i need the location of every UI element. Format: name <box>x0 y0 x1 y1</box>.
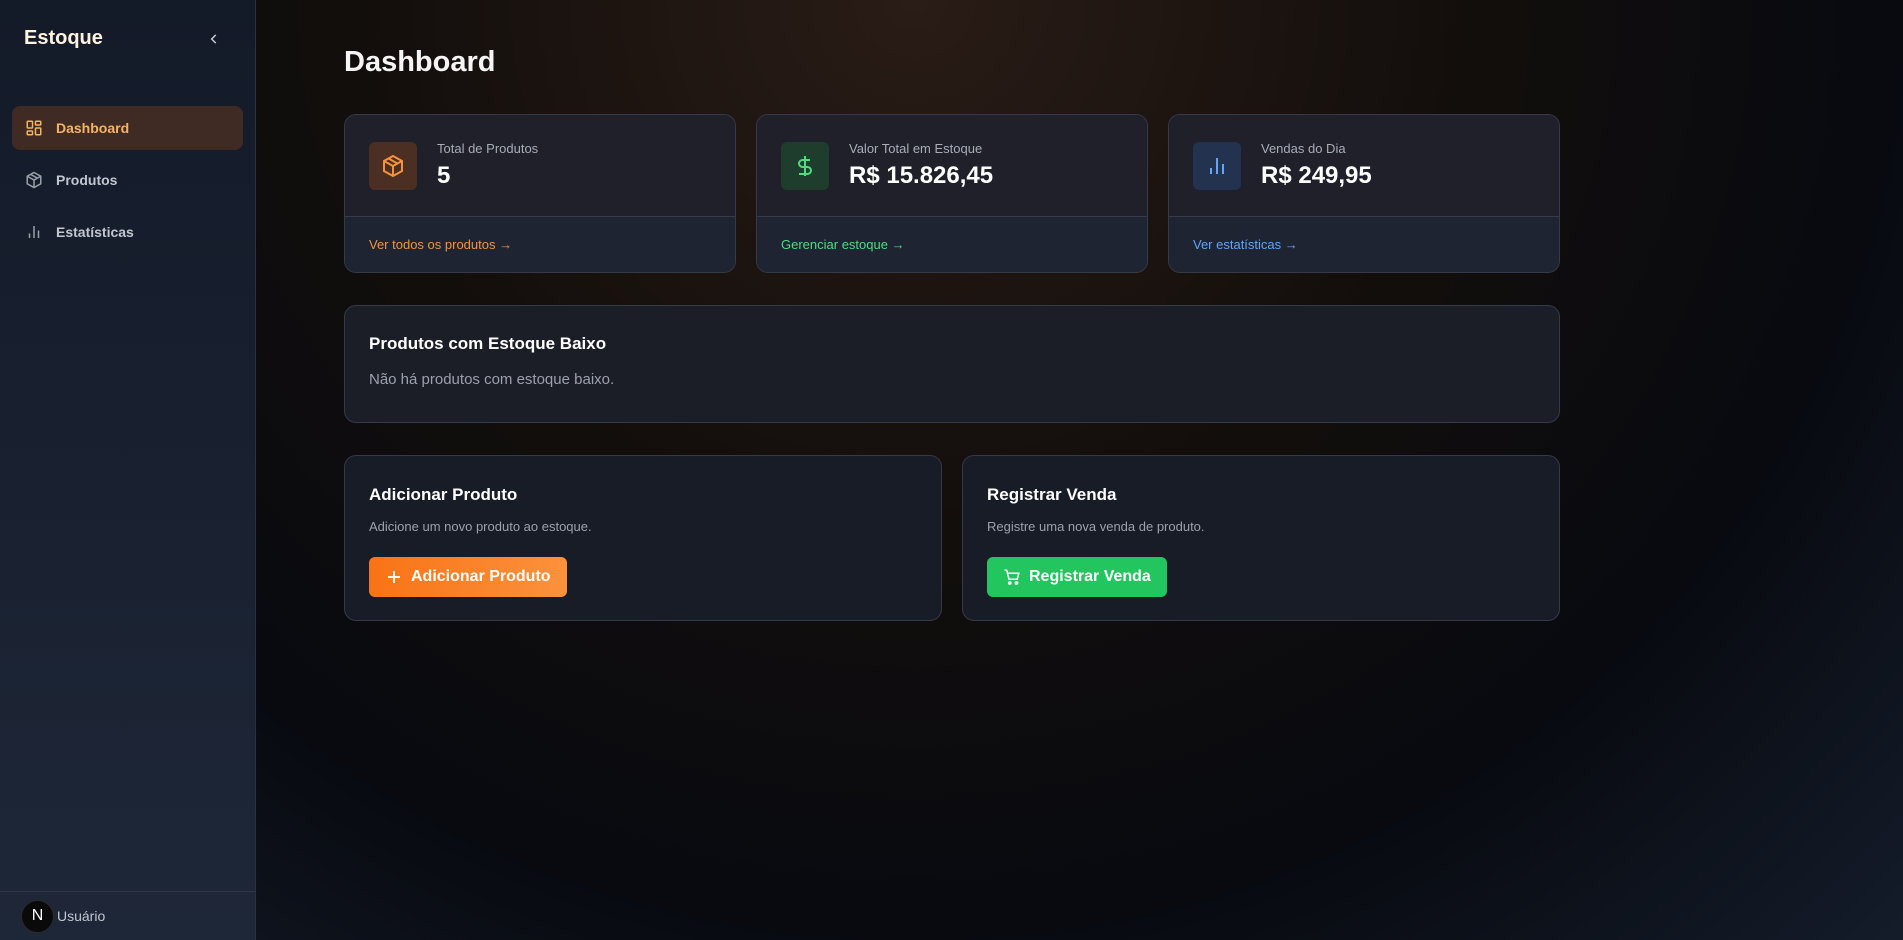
user-menu[interactable]: N Usuário <box>0 891 255 940</box>
plus-icon <box>388 571 400 583</box>
card-description: Registre uma nova venda de produto. <box>987 519 1205 534</box>
avatar: N <box>21 899 54 933</box>
low-stock-card: Produtos com Estoque Baixo Não há produt… <box>344 305 1560 423</box>
stat-value: R$ 249,95 <box>1261 162 1372 189</box>
card-title: Adicionar Produto <box>369 485 518 504</box>
sidebar-item-estatisticas[interactable]: Estatísticas <box>12 210 243 254</box>
low-stock-message: Não há produtos com estoque baixo. <box>369 371 615 388</box>
view-products-link[interactable]: Ver todos os produtos → <box>345 216 735 272</box>
collapse-sidebar-button[interactable] <box>204 30 224 50</box>
layout-dashboard-icon <box>26 120 42 136</box>
sidebar-item-produtos[interactable]: Produtos <box>12 158 243 202</box>
stat-label: Valor Total em Estoque <box>849 141 983 156</box>
register-sale-card: Registrar Venda Registre uma nova venda … <box>962 455 1560 621</box>
button-label: Registrar Venda <box>1029 568 1151 585</box>
main-content: Dashboard Total de Produtos 5 Ver todos o… <box>256 0 1903 940</box>
sidebar-item-label: Dashboard <box>56 120 130 136</box>
sidebar-item-label: Produtos <box>56 172 118 188</box>
package-icon <box>383 154 403 177</box>
stat-value: 5 <box>437 162 451 189</box>
add-product-button[interactable]: Adicionar Produto <box>369 557 567 597</box>
manage-stock-link[interactable]: Gerenciar estoque → <box>757 216 1147 272</box>
stat-label: Vendas do Dia <box>1261 141 1346 156</box>
stat-label: Total de Produtos <box>437 141 539 156</box>
card-description: Adicione um novo produto ao estoque. <box>369 519 592 534</box>
shopping-cart-icon <box>1004 569 1020 585</box>
stat-value: R$ 15.826,45 <box>849 162 994 189</box>
brand-title: Estoque <box>24 27 103 49</box>
card-title: Registrar Venda <box>987 485 1117 504</box>
view-statistics-link[interactable]: Ver estatísticas → <box>1169 216 1559 272</box>
low-stock-title: Produtos com Estoque Baixo <box>369 334 607 353</box>
add-product-card: Adicionar Produto Adicione um novo produ… <box>344 455 942 621</box>
register-sale-button[interactable]: Registrar Venda <box>987 557 1167 597</box>
button-label: Adicionar Produto <box>411 568 551 585</box>
stat-card-total-produtos: Total de Produtos 5 Ver todos os produtos… <box>344 114 736 273</box>
username: Usuário <box>57 908 106 924</box>
package-icon <box>26 171 42 189</box>
bar-chart-icon <box>1210 157 1224 174</box>
page-title: Dashboard <box>344 46 496 78</box>
sidebar: Estoque Dashboard Produtos Estatísticas … <box>0 0 256 940</box>
sidebar-item-dashboard[interactable]: Dashboard <box>12 106 243 150</box>
sidebar-item-label: Estatísticas <box>56 224 134 240</box>
stat-card-vendas-dia: Vendas do Dia R$ 249,95 Ver estatísticas … <box>1168 114 1560 273</box>
bar-chart-icon <box>28 226 40 238</box>
dollar-icon <box>798 155 812 176</box>
stat-card-valor-total: Valor Total em Estoque R$ 15.826,45 Geren… <box>756 114 1148 273</box>
chevron-left-icon <box>210 34 217 44</box>
